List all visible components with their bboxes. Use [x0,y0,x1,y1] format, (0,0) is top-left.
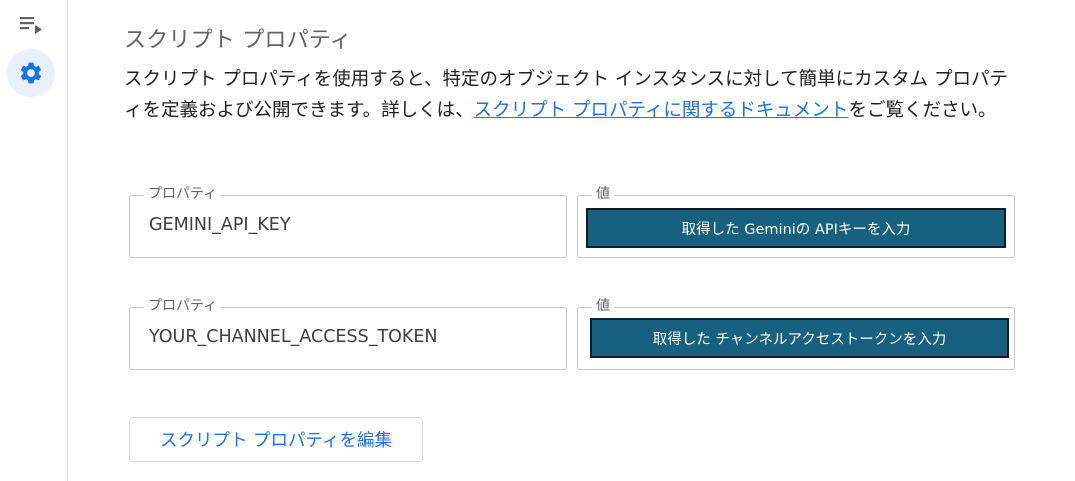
property-value-input[interactable]: 取得した Geminiの APIキーを入力 [586,208,1006,248]
property-name-value: YOUR_CHANNEL_ACCESS_TOKEN [149,327,438,347]
property-name-value: GEMINI_API_KEY [149,215,291,235]
section-title: スクリプト プロパティ [124,28,352,53]
playlist-icon[interactable] [16,12,46,38]
left-sidebar [0,0,68,481]
property-name-field[interactable]: プロパティ YOUR_CHANNEL_ACCESS_TOKEN [129,298,567,370]
property-label: プロパティ [144,298,222,314]
description-text-end: をご覧ください。 [848,100,997,121]
gear-icon [18,60,44,86]
property-value-input[interactable]: 取得した チャンネルアクセストークンを入力 [590,318,1009,358]
docs-link[interactable]: スクリプト プロパティに関するドキュメント [474,100,849,121]
property-name-field[interactable]: プロパティ GEMINI_API_KEY [129,186,567,258]
property-label: プロパティ [144,186,222,202]
section-description: スクリプト プロパティを使用すると、特定のオブジェクト インスタンスに対して簡単… [124,64,1024,126]
edit-script-properties-button[interactable]: スクリプト プロパティを編集 [129,417,423,462]
value-label: 値 [592,186,614,202]
value-label: 値 [592,298,614,314]
settings-nav-button[interactable] [7,49,55,97]
